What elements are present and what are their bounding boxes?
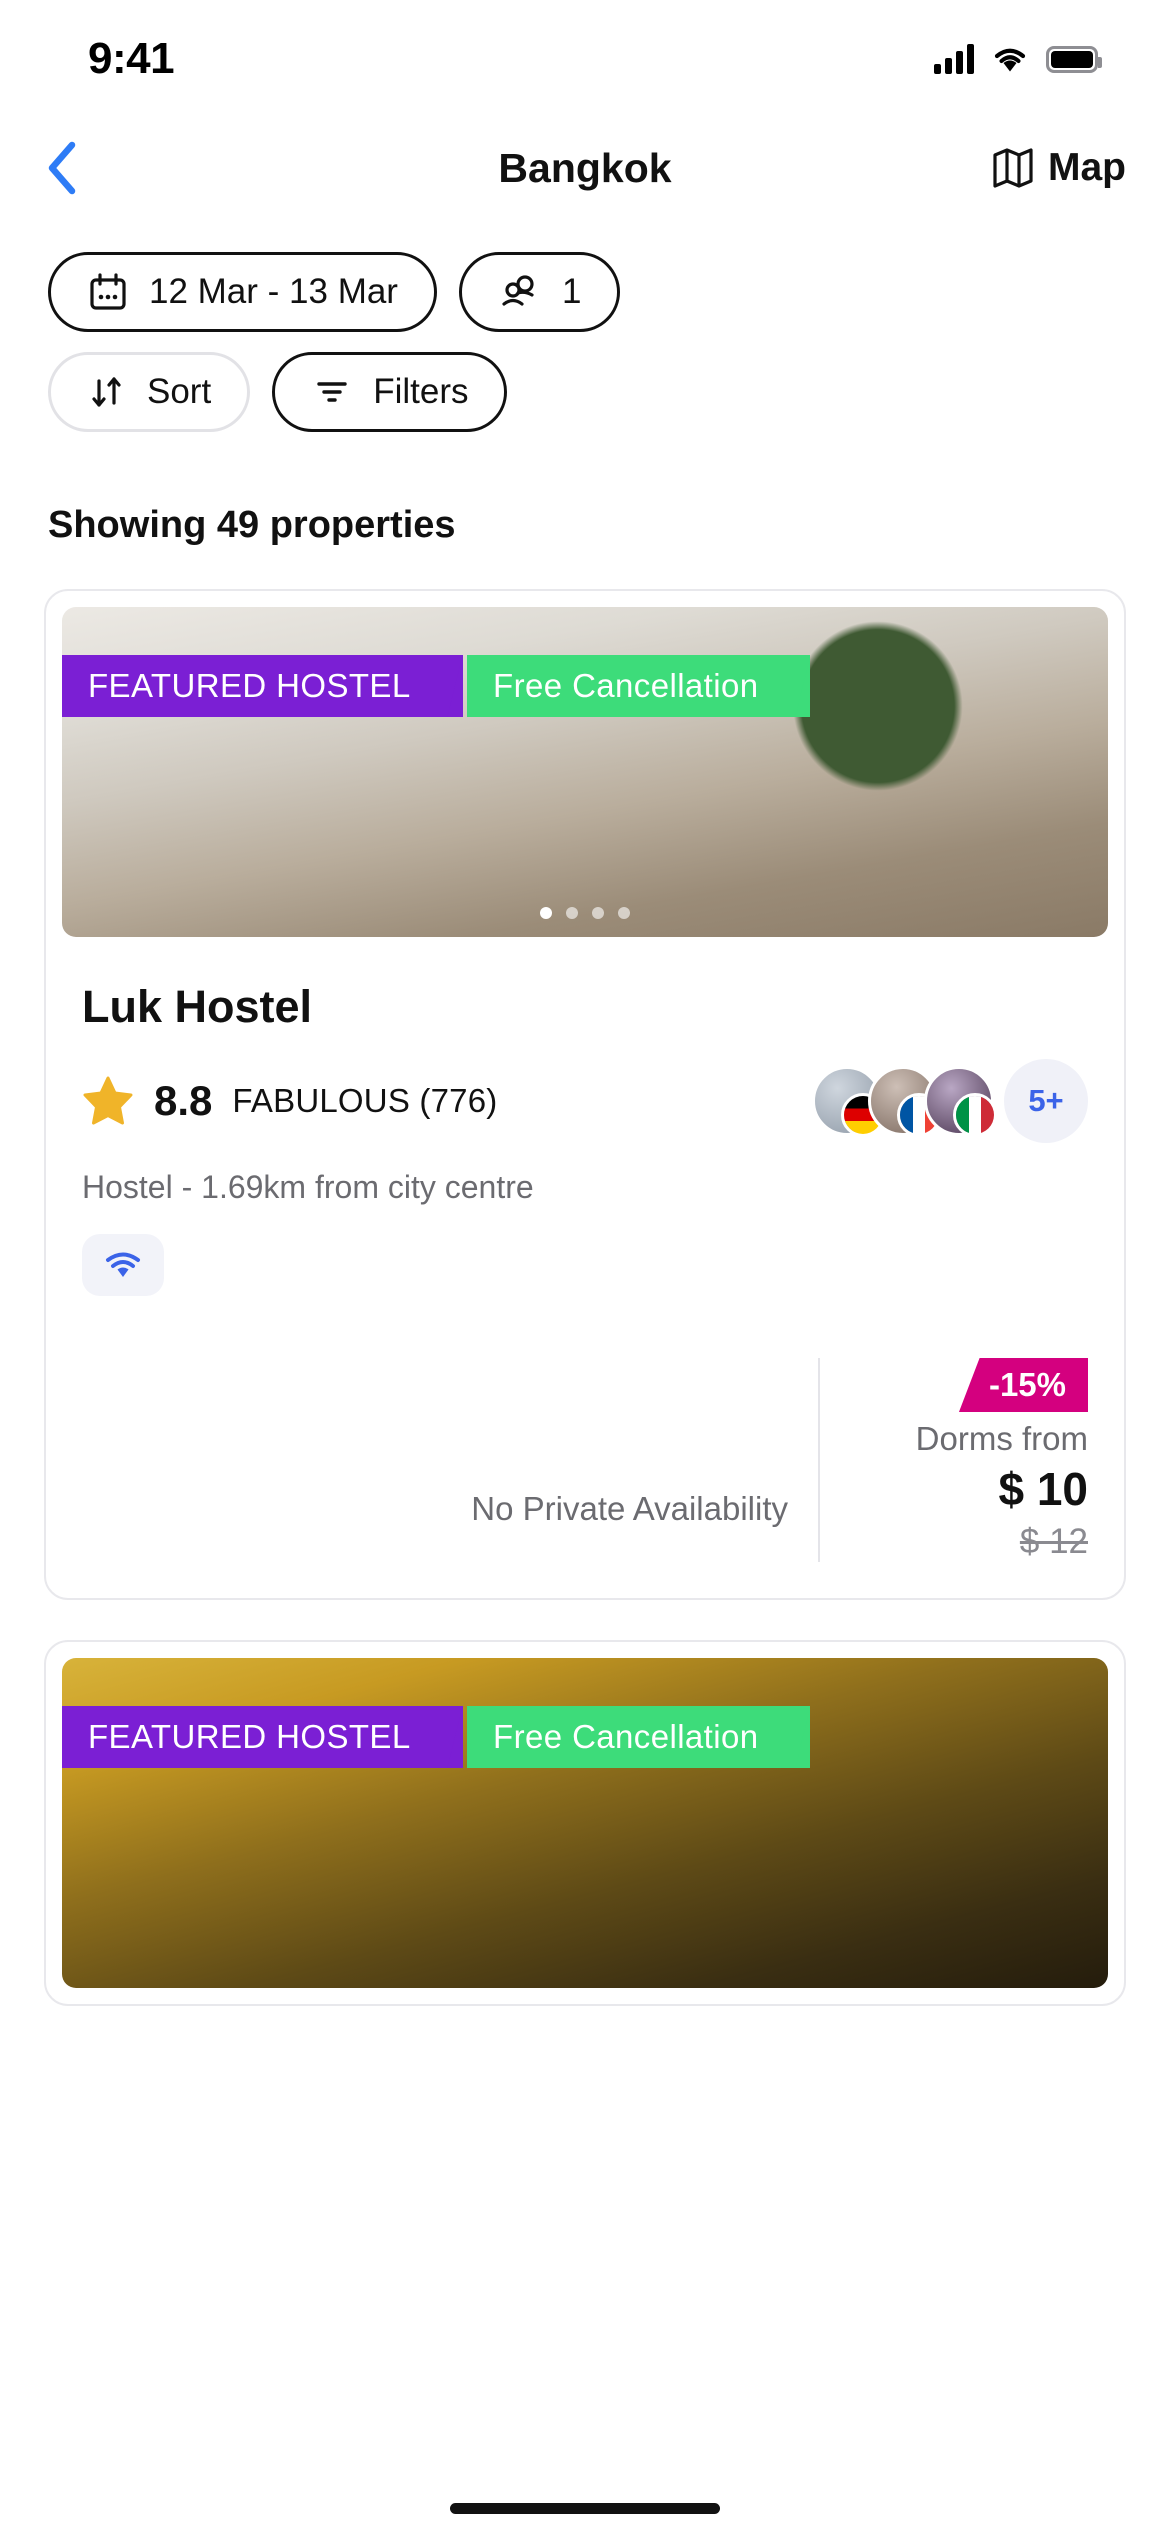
date-range-label: 12 Mar - 13 Mar xyxy=(149,272,398,311)
free-cancellation-badge: Free Cancellation xyxy=(467,1706,811,1768)
wifi-icon xyxy=(992,45,1028,73)
calendar-icon xyxy=(90,273,126,310)
property-photo[interactable]: FEATURED HOSTEL Free Cancellation xyxy=(62,1658,1108,1988)
wifi-icon xyxy=(106,1252,140,1277)
map-label: Map xyxy=(1048,146,1126,189)
back-button[interactable] xyxy=(34,140,90,196)
filters-label: Filters xyxy=(373,372,469,411)
price-row: No Private Availability -15% Dorms from … xyxy=(82,1358,1088,1562)
status-time: 9:41 xyxy=(88,34,175,83)
amenities-row xyxy=(82,1234,1088,1296)
cellular-signal-icon xyxy=(934,44,974,74)
date-range-chip[interactable]: 12 Mar - 13 Mar xyxy=(48,252,437,332)
dorms-from-label: Dorms from xyxy=(915,1420,1088,1457)
no-private-availability: No Private Availability xyxy=(471,1490,788,1527)
photo-badges: FEATURED HOSTEL Free Cancellation xyxy=(62,655,811,741)
map-button[interactable]: Map xyxy=(992,146,1126,190)
results-count: Showing 49 properties xyxy=(48,504,456,546)
original-price: $ 12 xyxy=(1019,1522,1088,1561)
rating-text: FABULOUS (776) xyxy=(232,1082,498,1119)
more-guests-badge[interactable]: 5+ xyxy=(1004,1059,1088,1143)
featured-badge: FEATURED HOSTEL xyxy=(62,655,463,717)
featured-badge: FEATURED HOSTEL xyxy=(62,1706,463,1768)
status-bar: 9:41 xyxy=(0,0,1170,118)
people-icon xyxy=(502,275,534,306)
filter-funnel-icon xyxy=(317,382,347,402)
current-price: $ 10 xyxy=(998,1463,1088,1515)
filters-chip[interactable]: Filters xyxy=(272,352,508,432)
sort-arrows-icon xyxy=(92,377,121,407)
chevron-left-icon xyxy=(48,141,76,195)
rating-row: 8.8 FABULOUS (776) 5+ xyxy=(82,1059,1088,1143)
price-block: -15% Dorms from $ 10 $ 12 xyxy=(916,1358,1088,1562)
property-card[interactable]: FEATURED HOSTEL Free Cancellation xyxy=(44,1640,1126,2006)
property-name: Luk Hostel xyxy=(82,981,313,1032)
filter-chips: 12 Mar - 13 Mar 1 Sort Filters xyxy=(0,218,1170,432)
sort-label: Sort xyxy=(147,372,212,411)
property-card[interactable]: FEATURED HOSTEL Free Cancellation Luk Ho… xyxy=(44,589,1126,1600)
free-cancellation-badge: Free Cancellation xyxy=(467,655,811,717)
guests-label: 1 xyxy=(561,272,582,311)
navigation-bar: Bangkok Map xyxy=(0,118,1170,218)
guest-avatars[interactable]: 5+ xyxy=(812,1059,1088,1143)
property-list: FEATURED HOSTEL Free Cancellation Luk Ho… xyxy=(0,547,1170,2006)
star-icon xyxy=(83,1076,133,1125)
photo-carousel-dots[interactable] xyxy=(62,907,1108,919)
italy-flag-icon xyxy=(953,1093,997,1137)
rating-score: 8.8 xyxy=(154,1077,213,1124)
avatar xyxy=(924,1066,997,1137)
filter-chip-row-primary: 12 Mar - 13 Mar 1 xyxy=(48,252,1122,332)
home-indicator xyxy=(450,2503,720,2514)
filter-chip-row-secondary: Sort Filters xyxy=(48,352,1122,432)
battery-icon xyxy=(1046,45,1102,73)
price-divider xyxy=(818,1358,820,1562)
property-meta: Hostel - 1.69km from city centre xyxy=(82,1169,534,1205)
map-icon xyxy=(993,148,1033,188)
property-details: Luk Hostel 8.8 FABULOUS (776) 5+ Hostel … xyxy=(46,953,1124,1598)
photo-badges: FEATURED HOSTEL Free Cancellation xyxy=(62,1706,811,1792)
guests-chip[interactable]: 1 xyxy=(458,252,621,332)
sort-chip[interactable]: Sort xyxy=(48,352,251,432)
discount-badge: -15% xyxy=(958,1358,1088,1412)
property-photo[interactable]: FEATURED HOSTEL Free Cancellation xyxy=(62,607,1108,937)
status-indicators xyxy=(934,44,1102,74)
wifi-amenity xyxy=(82,1234,164,1296)
